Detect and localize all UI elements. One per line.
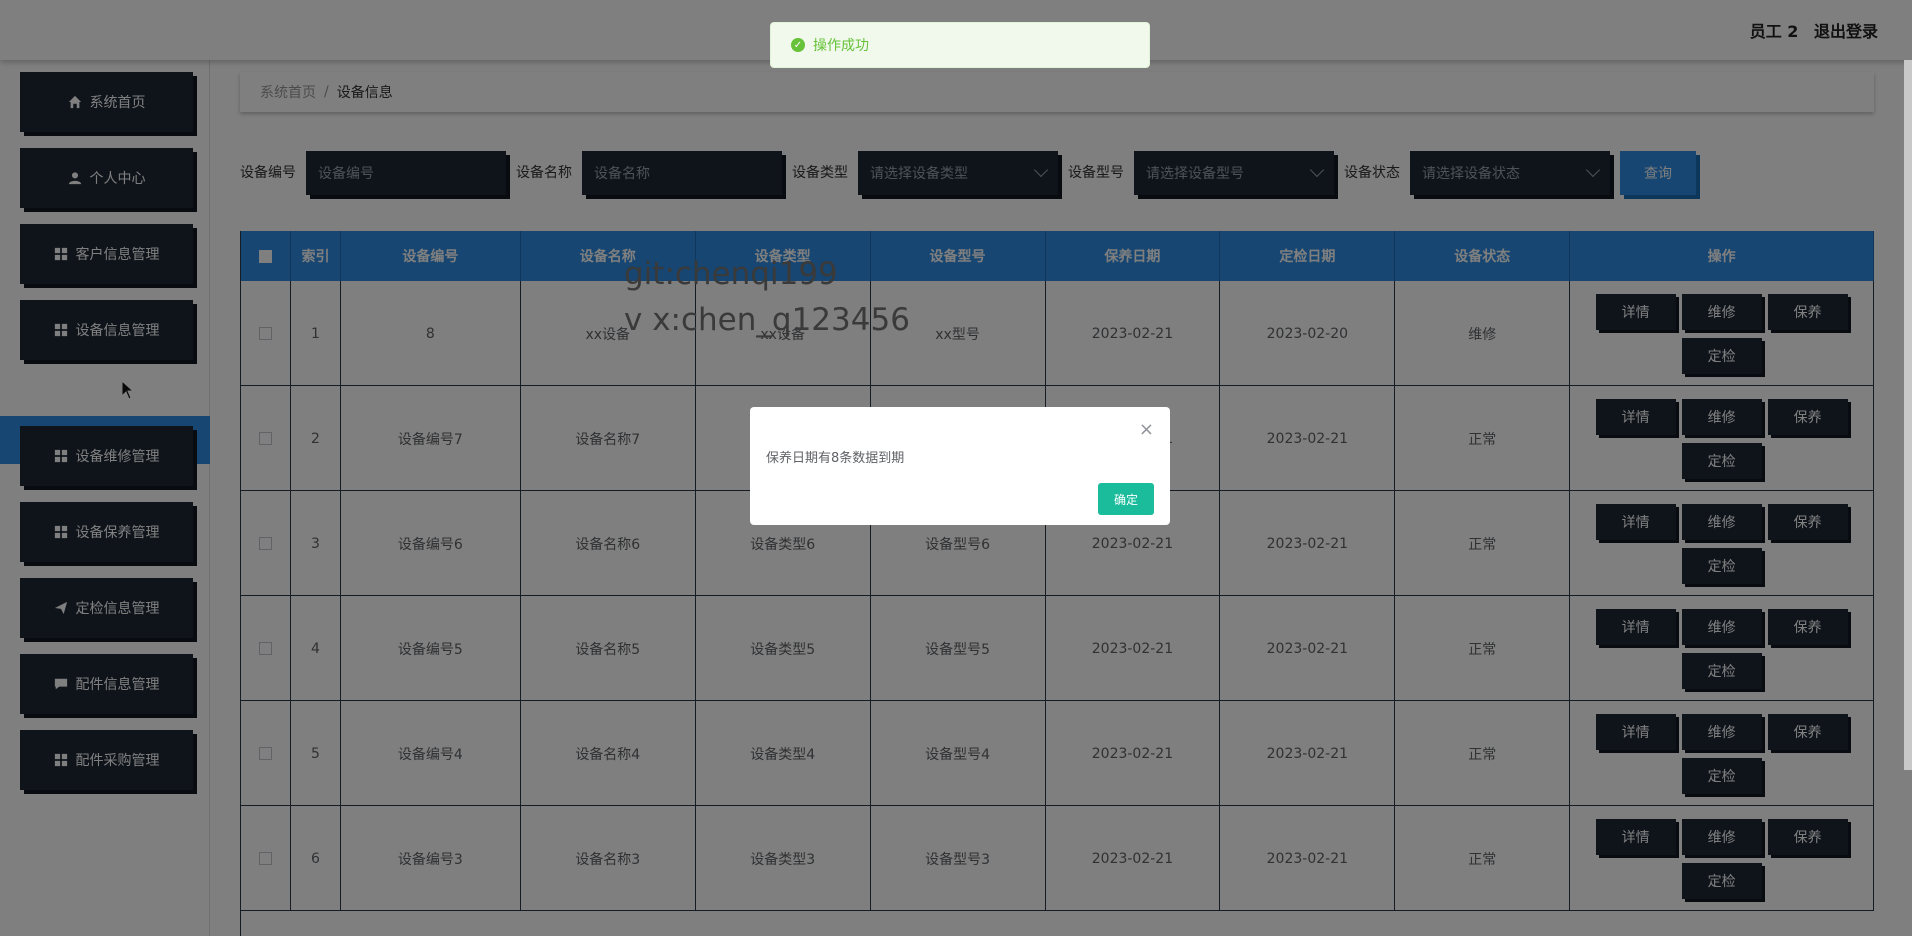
watermark-line-1: git:chenqi199 [624, 256, 838, 292]
dialog-message: 保养日期有8条数据到期 [766, 451, 905, 466]
check-circle-icon: ✓ [791, 38, 805, 52]
watermark-line-2: v x:chen_q123456 [624, 302, 910, 338]
confirm-button[interactable]: 确定 [1098, 483, 1154, 515]
toast-message: 操作成功 [813, 38, 869, 54]
scrollbar-thumb[interactable] [1904, 60, 1912, 770]
close-icon[interactable]: × [1139, 421, 1154, 439]
alert-dialog: × 保养日期有8条数据到期 确定 [750, 407, 1170, 525]
success-toast: ✓ 操作成功 [770, 22, 1150, 68]
